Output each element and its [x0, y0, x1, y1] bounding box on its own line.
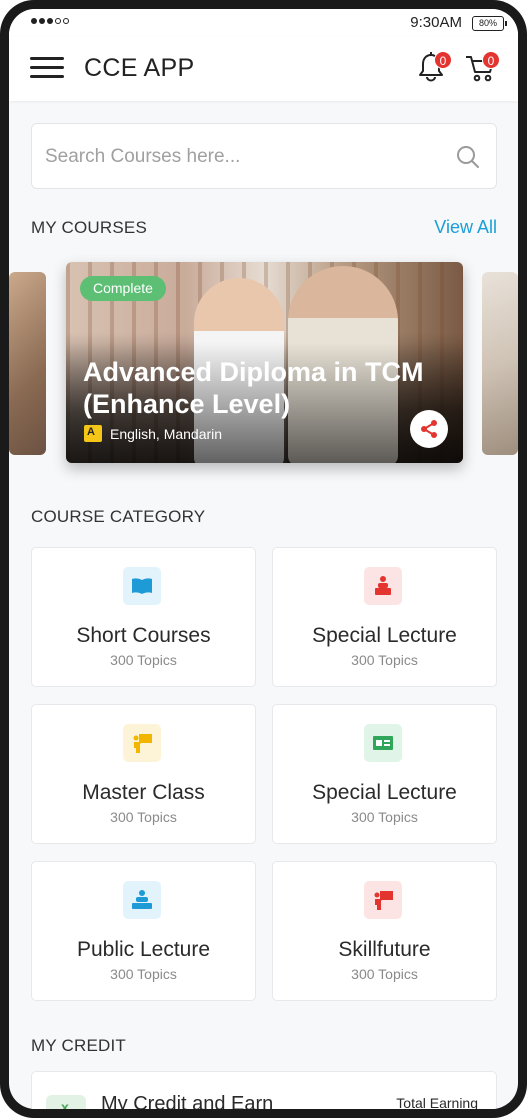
- my-credit-heading: MY CREDIT: [31, 1036, 126, 1055]
- previous-course-card[interactable]: [9, 272, 46, 455]
- course-category-heading: COURSE CATEGORY: [31, 507, 206, 526]
- menu-icon[interactable]: [30, 55, 64, 81]
- credit-card-title: My Credit and Earn: [101, 1093, 274, 1109]
- course-languages-text: English, Mandarin: [110, 425, 223, 442]
- category-title: Special Lecture: [312, 624, 457, 647]
- category-topics-count: 300 Topics: [351, 652, 418, 668]
- category-card[interactable]: Skillfuture 300 Topics: [272, 861, 497, 1001]
- category-card[interactable]: Special Lecture 300 Topics: [272, 704, 497, 844]
- category-topics-count: 300 Topics: [351, 966, 418, 982]
- total-earning-label: Total Earning: [396, 1095, 478, 1109]
- app-header: CCE APP 0 0: [9, 37, 518, 101]
- course-title-line: Advanced Diploma in TCM: [83, 357, 424, 387]
- view-all-link[interactable]: View All: [434, 217, 497, 238]
- category-topics-count: 300 Topics: [110, 652, 177, 668]
- category-title: Public Lecture: [76, 938, 211, 961]
- share-button[interactable]: [410, 410, 448, 448]
- category-card[interactable]: Master Class 300 Topics: [31, 704, 256, 844]
- category-title: Skillfuture: [338, 938, 431, 961]
- search-input[interactable]: [45, 144, 425, 170]
- next-course-card[interactable]: [482, 272, 518, 455]
- course-title-line: (Enhance Level): [83, 389, 291, 419]
- course-title: Advanced Diploma in TCM (Enhance Level): [83, 356, 443, 420]
- search-bar: [31, 123, 497, 189]
- presenter-icon: [364, 881, 402, 919]
- language-icon: [84, 425, 102, 442]
- lecturer-icon: [364, 567, 402, 605]
- status-time: 9:30AM: [410, 14, 462, 31]
- signal-icon: [31, 18, 69, 24]
- category-topics-count: 300 Topics: [351, 809, 418, 825]
- status-bar: 9:30AM 80%: [9, 9, 518, 37]
- notification-count-badge: 0: [434, 51, 452, 69]
- battery-icon: 80%: [472, 16, 507, 31]
- category-title: Master Class: [82, 781, 205, 804]
- book-icon: [123, 567, 161, 605]
- category-card[interactable]: Public Lecture 300 Topics: [31, 861, 256, 1001]
- app-screen: 9:30AM 80% CCE APP 0 0 Search Courses he…: [9, 9, 518, 1109]
- cart-count-badge: 0: [482, 51, 500, 69]
- audience-icon: [123, 881, 161, 919]
- notifications-button[interactable]: 0: [416, 51, 452, 85]
- cart-button[interactable]: 0: [464, 51, 500, 85]
- search-icon[interactable]: [456, 145, 480, 169]
- credit-card[interactable]: My Credit and Earn Total Earning: [31, 1071, 497, 1109]
- category-title: Special Lecture: [312, 781, 457, 804]
- category-card[interactable]: Short Courses 300 Topics: [31, 547, 256, 687]
- share-icon: [421, 420, 437, 438]
- course-status-badge: Complete: [80, 276, 166, 301]
- category-topics-count: 300 Topics: [110, 809, 177, 825]
- certificate-icon: [364, 724, 402, 762]
- course-languages: English, Mandarin: [84, 425, 222, 442]
- category-topics-count: 300 Topics: [110, 966, 177, 982]
- app-title: CCE APP: [84, 54, 195, 82]
- teacher-board-icon: [123, 724, 161, 762]
- category-card[interactable]: Special Lecture 300 Topics: [272, 547, 497, 687]
- category-title: Short Courses: [76, 624, 211, 647]
- phone-frame: 9:30AM 80% CCE APP 0 0 Search Courses he…: [0, 0, 527, 1118]
- my-courses-heading: MY COURSES: [31, 218, 147, 237]
- credit-icon: [46, 1095, 86, 1109]
- featured-course-card[interactable]: Complete Advanced Diploma in TCM (Enhanc…: [66, 262, 463, 463]
